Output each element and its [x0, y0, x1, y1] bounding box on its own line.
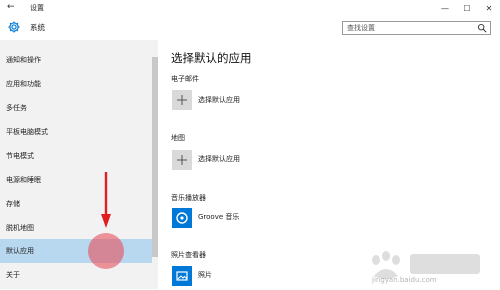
section-heading-music: 音乐播放器: [171, 194, 206, 202]
gear-icon: [8, 21, 20, 33]
settings-header: 系统 查找设置: [0, 16, 500, 40]
page-section-title: 系统: [30, 23, 45, 32]
photos-icon[interactable]: [172, 266, 192, 286]
section-heading-email: 电子邮件: [171, 75, 199, 83]
photos-app-label[interactable]: 照片: [198, 270, 212, 280]
search-placeholder: 查找设置: [347, 24, 375, 32]
watermark-text: jingyan.baidu.com: [372, 276, 437, 284]
music-app-label[interactable]: Groove 音乐: [198, 212, 239, 222]
click-indicator: [88, 233, 124, 269]
title-bar: ← 设置 — ☐ ✕: [0, 0, 500, 16]
maps-app-label[interactable]: 选择默认应用: [198, 154, 240, 164]
annotation-arrow-icon: [101, 172, 111, 228]
sidebar-item-notifications[interactable]: 通知和操作: [0, 48, 152, 72]
sidebar-item-offline-maps[interactable]: 脱机地图: [0, 216, 152, 240]
groove-music-icon[interactable]: [172, 208, 192, 228]
plus-icon[interactable]: [172, 90, 192, 110]
sidebar-item-about[interactable]: 关于: [0, 263, 152, 287]
sidebar-item-default-apps[interactable]: 默认应用: [0, 239, 152, 263]
sidebar: 通知和操作 应用和功能 多任务 平板电脑模式 节电模式 电源和睡眠 存储 脱机地…: [0, 40, 158, 289]
section-heading-maps: 地图: [171, 134, 185, 142]
minimize-button[interactable]: —: [434, 0, 456, 16]
plus-icon[interactable]: [172, 150, 192, 170]
sidebar-item-power-sleep[interactable]: 电源和睡眠: [0, 168, 152, 192]
sidebar-item-battery-saver[interactable]: 节电模式: [0, 144, 152, 168]
email-app-label[interactable]: 选择默认应用: [198, 95, 240, 105]
search-input[interactable]: 查找设置: [342, 21, 491, 35]
sidebar-item-multitasking[interactable]: 多任务: [0, 96, 152, 120]
window-title: 设置: [30, 4, 44, 12]
sidebar-item-tablet-mode[interactable]: 平板电脑模式: [0, 120, 152, 144]
page-title: 选择默认的应用: [171, 51, 252, 65]
sidebar-item-storage[interactable]: 存储: [0, 192, 152, 216]
back-arrow-icon[interactable]: ←: [7, 2, 15, 12]
close-button[interactable]: ✕: [478, 0, 500, 16]
search-icon[interactable]: [477, 23, 487, 33]
sidebar-item-apps-features[interactable]: 应用和功能: [0, 72, 152, 96]
maximize-button[interactable]: ☐: [456, 0, 478, 16]
section-heading-photos: 照片查看器: [171, 251, 206, 259]
window-controls: — ☐ ✕: [434, 0, 500, 16]
